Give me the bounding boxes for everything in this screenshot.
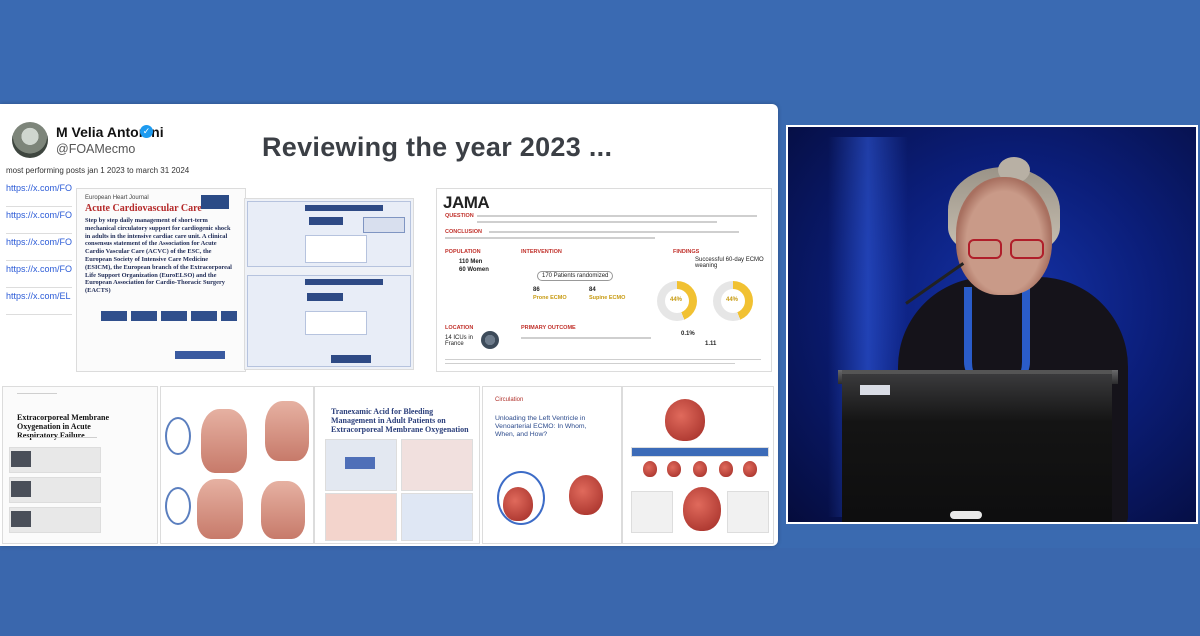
question-label: QUESTION — [445, 213, 474, 219]
flowchart-thumbnail — [244, 198, 414, 370]
conclusion-label: CONCLUSION — [445, 229, 482, 235]
anatomy-figure — [197, 479, 243, 539]
post-link[interactable]: https://x.com/EL SO — [6, 288, 72, 315]
avatar — [12, 122, 48, 158]
anatomy-figure — [265, 401, 309, 461]
ehj-article-thumbnail: European Heart Journal Acute Cardiovascu… — [76, 188, 246, 372]
lv-unloading-infographic-thumbnail — [622, 386, 774, 544]
post-link[interactable]: https://x.com/FOAM — [6, 207, 72, 234]
lv-unloading-article-thumbnail: Circulation Unloading the Left Ventricle… — [482, 386, 622, 544]
ecmo-cannulation-figure-thumbnail — [160, 386, 314, 544]
heart-illustration — [683, 487, 721, 531]
link-list: https://x.com/FOAM https://x.com/FOAM ht… — [6, 180, 72, 315]
globe-icon — [481, 331, 499, 349]
paper-c-title: Unloading the Left Ventricle in Venoarte… — [495, 415, 587, 438]
podium-logo — [950, 511, 982, 519]
acvc-logo — [201, 195, 229, 209]
circuit-tube — [165, 487, 191, 525]
ehj-article-title: Step by step daily management of short-t… — [85, 217, 232, 295]
population-women: 60 Women — [459, 267, 489, 273]
ehj-section-title: Acute Cardiovascular Care — [85, 203, 202, 214]
findings-label: FINDINGS — [673, 249, 700, 255]
heart-illustration — [569, 475, 603, 515]
location-text: 14 ICUs in France — [445, 335, 474, 347]
anatomy-figure — [261, 481, 305, 539]
presentation-slide: M Velia Antonini ✓ @FOAMecmo most perfor… — [0, 104, 778, 546]
heart-illustration — [665, 399, 705, 441]
jama-logo: JAMA — [443, 193, 490, 212]
location-label: LOCATION — [445, 325, 474, 331]
prone-percent: 44% — [670, 297, 683, 303]
risk-difference: 0.1% — [681, 331, 695, 337]
prone-n: 86 — [533, 287, 540, 293]
background-bottom — [0, 548, 1200, 636]
background-top — [0, 0, 1200, 100]
findings-text: Successful 60-day ECMO weaning — [695, 257, 764, 269]
supine-percent: 44% — [726, 297, 739, 303]
speaker-video-feed — [786, 125, 1198, 524]
ecmo-arf-article-thumbnail: Extracorporeal Membrane Oxygenation in A… — [2, 386, 158, 544]
anatomy-figure — [201, 409, 247, 473]
circuit-tube — [165, 417, 191, 455]
intervention-label: INTERVENTION — [521, 249, 562, 255]
verified-badge-icon: ✓ — [140, 125, 153, 138]
primary-outcome-label: PRIMARY OUTCOME — [521, 325, 576, 331]
randomized-count: 170 Patients randomized — [537, 271, 614, 281]
prone-label: Prone ECMO — [533, 295, 567, 301]
population-men: 110 Men — [459, 259, 483, 265]
subdistribution-ratio: 1.11 — [705, 341, 717, 347]
supine-label: Supine ECMO — [589, 295, 626, 301]
paper-b-title: Tranexamic Acid for Bleeding Management … — [331, 407, 469, 434]
speaker-head — [956, 177, 1052, 295]
ehj-table — [79, 311, 239, 369]
slide-title: Reviewing the year 2023 ... — [262, 132, 613, 162]
ehj-journal-name: European Heart Journal — [85, 195, 149, 201]
post-link[interactable]: https://x.com/FOAM — [6, 261, 72, 288]
jama-infographic-thumbnail: JAMA QUESTION CONCLUSION POPULATION 110 … — [436, 188, 772, 372]
posts-caption: most performing posts jan 1 2023 to marc… — [6, 166, 190, 175]
post-link[interactable]: https://x.com/FOAM — [6, 234, 72, 261]
paper-c-journal: Circulation — [495, 397, 524, 403]
population-label: POPULATION — [445, 249, 481, 255]
txa-article-thumbnail: Tranexamic Acid for Bleeding Management … — [314, 386, 480, 544]
circuit-tube — [497, 471, 545, 525]
post-link[interactable]: https://x.com/FOAM — [6, 180, 72, 207]
supine-n: 84 — [589, 287, 596, 293]
paper-a-title: Extracorporeal Membrane Oxygenation in A… — [17, 413, 110, 440]
red-glasses — [966, 239, 1046, 259]
author-handle: @FOAMecmo — [56, 142, 136, 156]
